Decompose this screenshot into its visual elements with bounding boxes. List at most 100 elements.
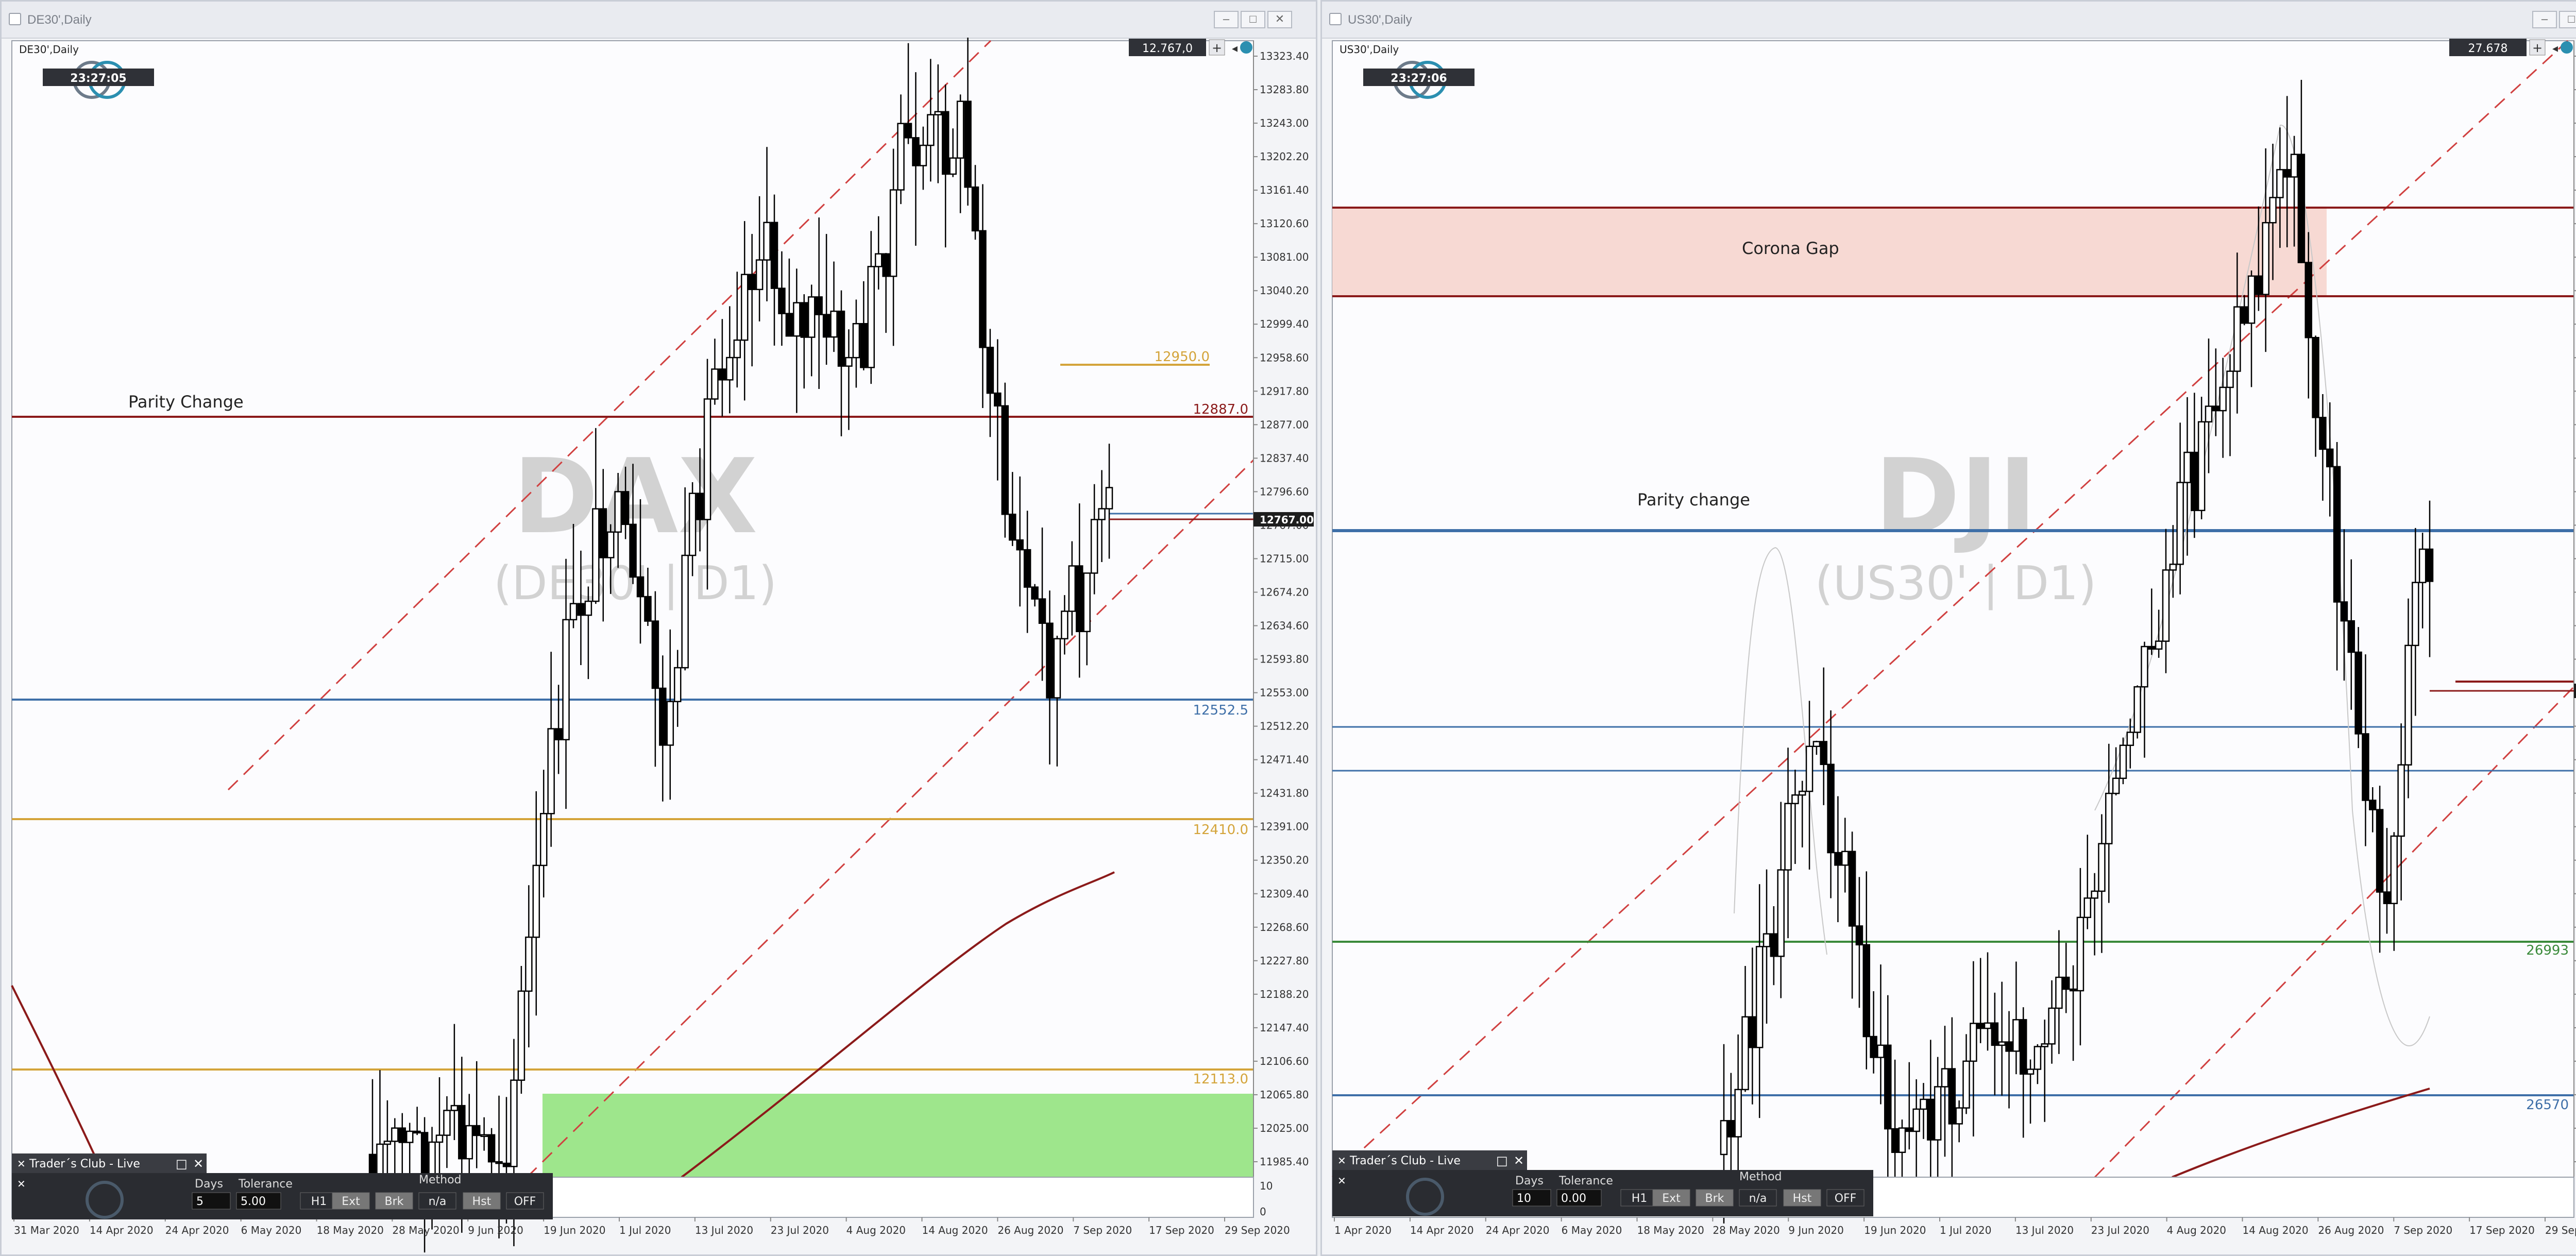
date-label: 18 May 2020: [317, 1224, 384, 1236]
price-label: 12471.40: [1260, 754, 1309, 766]
panel-settings-icon[interactable]: ✕: [17, 1158, 26, 1170]
candle-body: [1105, 487, 1113, 510]
days-label: Days: [1515, 1175, 1544, 1187]
candle-body: [2376, 809, 2384, 893]
panel-close-small-icon[interactable]: ✕: [1337, 1175, 1346, 1187]
panel-settings-icon[interactable]: ✕: [1337, 1155, 1346, 1167]
candle-body: [2076, 916, 2084, 992]
date-label: 31 Mar 2020: [14, 1224, 79, 1236]
candle-body: [472, 1125, 481, 1136]
candle-body: [2176, 482, 2184, 565]
candle-body: [979, 230, 987, 348]
date-label: 1 Jul 2020: [1940, 1224, 1991, 1236]
candle-body: [1031, 586, 1039, 600]
candle-body: [1948, 1068, 1956, 1125]
candle-body: [1984, 1022, 1992, 1029]
date-label: 17 Sep 2020: [1149, 1224, 1214, 1236]
candle-body: [1770, 933, 1778, 957]
candle-body: [2269, 197, 2277, 224]
candle-body: [659, 687, 667, 746]
chart-window-dax[interactable]: DE30',Daily – □ ✕ DAX (DE30' | D1) 12950.0…: [0, 0, 1317, 1256]
chart-canvas[interactable]: DJI(US30' | D1) 26993 26570 Parity change Co…: [1322, 38, 2576, 1254]
date-label: 6 May 2020: [241, 1224, 302, 1236]
date-label: 9 Jun 2020: [1788, 1224, 1844, 1236]
candle-body: [532, 864, 540, 938]
price-label: 12391.00: [1260, 821, 1309, 833]
candle-body: [2162, 569, 2170, 642]
date-label: 4 Aug 2020: [2167, 1224, 2226, 1236]
close-button[interactable]: ✕: [1267, 11, 1292, 28]
price-label: 11985.40: [1260, 1156, 1309, 1168]
candle-body: [1762, 933, 1771, 947]
candle-body: [2354, 651, 2362, 735]
candle-body: [852, 323, 860, 359]
candle-body: [1075, 565, 1083, 633]
window-titlebar[interactable]: US30',Daily – □ ✕: [1322, 2, 2576, 39]
candle-body: [837, 310, 845, 367]
window-titlebar[interactable]: DE30',Daily – □ ✕: [2, 2, 1316, 39]
candle-body: [1046, 622, 1054, 699]
candle-body: [949, 157, 957, 175]
chart-window-icon: [1329, 13, 1342, 25]
candle-body: [1061, 610, 1069, 640]
candle[interactable]: [2133, 685, 2141, 739]
indicator-scale-top: 10: [1260, 1180, 1273, 1192]
candle-body: [629, 523, 637, 578]
minimize-button[interactable]: –: [2532, 11, 2557, 28]
candle-body: [681, 554, 689, 669]
candle-body: [919, 144, 927, 166]
method-button-label: n/a: [1749, 1192, 1767, 1205]
date-label: 23 Jul 2020: [2091, 1224, 2149, 1236]
candle-body: [1962, 1060, 1970, 1109]
candle-body: [1841, 851, 1849, 866]
candle-body: [2247, 275, 2256, 324]
price-label: 12837.40: [1260, 452, 1309, 464]
candle-body: [2233, 306, 2241, 372]
candle-body: [435, 1134, 444, 1143]
method-button-label: OFF: [1835, 1192, 1857, 1205]
chart-window-dji[interactable]: US30',Daily – □ ✕ DJI(US30' | D1) 26993 26…: [1320, 0, 2576, 1256]
arrow-left-icon: ◂: [1232, 42, 1238, 55]
date-label: 9 Jun 2020: [468, 1224, 523, 1236]
candle-body: [726, 357, 734, 381]
price-label: 12877.00: [1260, 418, 1309, 431]
candle-body: [1848, 851, 1856, 927]
date-label: 28 May 2020: [1713, 1224, 1780, 1236]
candle-body: [2183, 451, 2191, 483]
price-label: 13161.40: [1260, 184, 1309, 196]
price-label: 13243.00: [1260, 117, 1309, 129]
candle-body: [2033, 1046, 2042, 1070]
panel-maximize-icon[interactable]: □: [176, 1157, 188, 1171]
maximize-button[interactable]: □: [1241, 11, 1265, 28]
days-label: Days: [195, 1178, 223, 1191]
candle-body: [465, 1125, 473, 1160]
price-label: 13323.40: [1260, 50, 1309, 62]
status-icon: [2561, 41, 2573, 54]
candle-body: [562, 619, 570, 741]
candle-body: [912, 137, 920, 166]
chart-canvas[interactable]: DAX(DE30' | D1)12950.012887.012552.51241…: [2, 38, 1316, 1254]
method-button-label: Ext: [342, 1195, 360, 1208]
candle-body: [748, 274, 756, 291]
symbol-watermark-subtitle: (US30' | D1): [1815, 556, 2097, 610]
candle-body: [994, 392, 1002, 407]
date-label: 17 Sep 2020: [2469, 1224, 2535, 1236]
candle-body: [458, 1105, 466, 1160]
tolerance-label: Tolerance: [1558, 1175, 1613, 1187]
panel-maximize-icon[interactable]: □: [1496, 1153, 1508, 1168]
panel-close-icon[interactable]: ✕: [1514, 1153, 1524, 1168]
candle-body: [2297, 154, 2306, 263]
candle-body: [2148, 646, 2156, 650]
panel-close-icon[interactable]: ✕: [193, 1157, 204, 1171]
candle-body: [569, 603, 578, 621]
price-label: 13040.20: [1260, 284, 1309, 297]
candle-body: [718, 368, 726, 381]
candle-body: [2019, 1019, 2027, 1075]
minimize-button[interactable]: –: [1214, 11, 1239, 28]
candle[interactable]: [1001, 382, 1009, 538]
candle-body: [696, 493, 704, 520]
maximize-button[interactable]: □: [2559, 11, 2576, 28]
plus-icon: +: [2532, 41, 2543, 55]
price-label: 12147.40: [1260, 1022, 1309, 1034]
panel-close-small-icon[interactable]: ✕: [17, 1178, 26, 1190]
